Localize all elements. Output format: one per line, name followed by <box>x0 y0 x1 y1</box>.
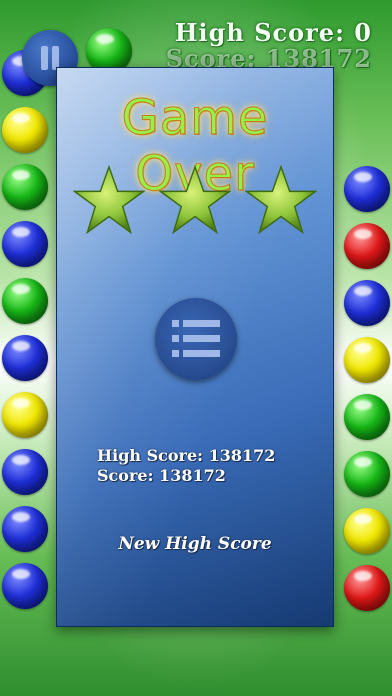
menu-list-icon <box>172 320 220 357</box>
ball-yellow <box>2 392 48 438</box>
game-over-panel: Game Over High Score: 138172 Score: 1381… <box>56 67 334 627</box>
hud-high-score: High Score: 0 <box>174 18 372 47</box>
pause-icon <box>41 46 48 70</box>
ball-blue <box>2 563 48 609</box>
ball-green <box>2 278 48 324</box>
menu-button[interactable] <box>155 298 237 380</box>
final-score: Score: 138172 <box>97 466 226 485</box>
ball-blue <box>344 280 390 326</box>
ball-red <box>344 565 390 611</box>
ball-blue <box>2 221 48 267</box>
ball-green <box>2 164 48 210</box>
star-icon <box>244 164 318 236</box>
ball-green <box>344 451 390 497</box>
new-high-score-label: New High Score <box>118 534 272 554</box>
ball-blue <box>2 335 48 381</box>
ball-blue <box>2 449 48 495</box>
ball-red <box>344 223 390 269</box>
star-rating <box>57 164 333 240</box>
ball-blue <box>344 166 390 212</box>
star-icon <box>72 164 146 236</box>
final-high-score: High Score: 138172 <box>97 446 276 465</box>
star-icon <box>158 164 232 236</box>
ball-blue <box>2 506 48 552</box>
ball-yellow <box>2 107 48 153</box>
ball-yellow <box>344 337 390 383</box>
ball-green <box>344 394 390 440</box>
ball-yellow <box>344 508 390 554</box>
